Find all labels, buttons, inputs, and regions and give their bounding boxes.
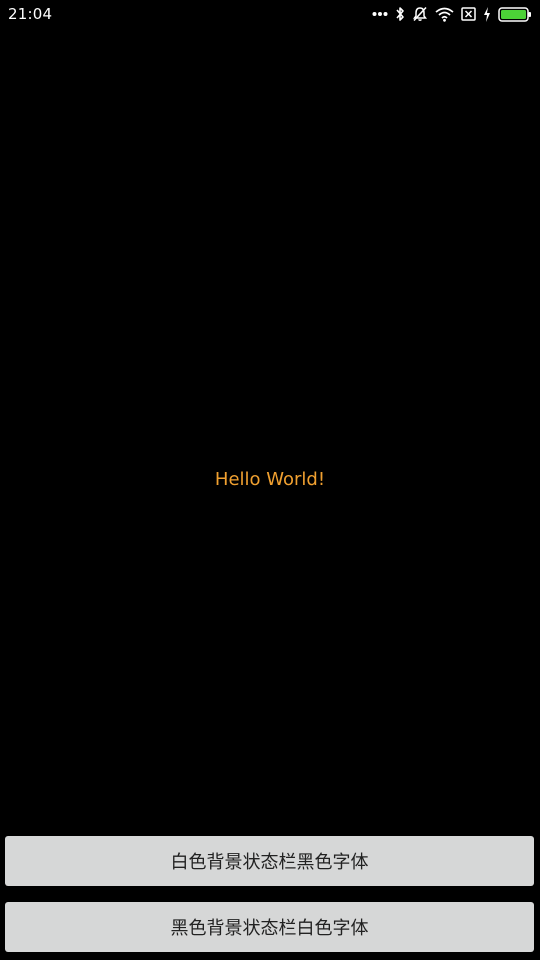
- white-background-statusbar-label: 白色背景状态栏黑色字体: [170, 852, 369, 873]
- black-background-statusbar-label: 黑色背景状态栏白色字体: [170, 918, 369, 939]
- wifi-icon: [435, 4, 454, 24]
- sim-off-icon: [461, 4, 476, 24]
- bluetooth-icon: [395, 4, 405, 24]
- mute-icon: [412, 4, 428, 24]
- screen: 21:04 Hello World! 白色背景状态栏黑色字体 黑色背景状态栏白色…: [0, 0, 540, 960]
- white-background-statusbar-button[interactable]: 白色背景状态栏黑色字体: [5, 836, 534, 886]
- status-icons: [372, 0, 532, 28]
- status-bar: 21:04: [0, 0, 540, 28]
- charging-icon: [483, 4, 491, 24]
- hello-text: Hello World!: [214, 469, 326, 490]
- more-dots-icon: [372, 4, 388, 24]
- black-background-statusbar-button[interactable]: 黑色背景状态栏白色字体: [5, 902, 534, 952]
- battery-icon: [498, 4, 532, 24]
- status-time: 21:04: [8, 5, 53, 23]
